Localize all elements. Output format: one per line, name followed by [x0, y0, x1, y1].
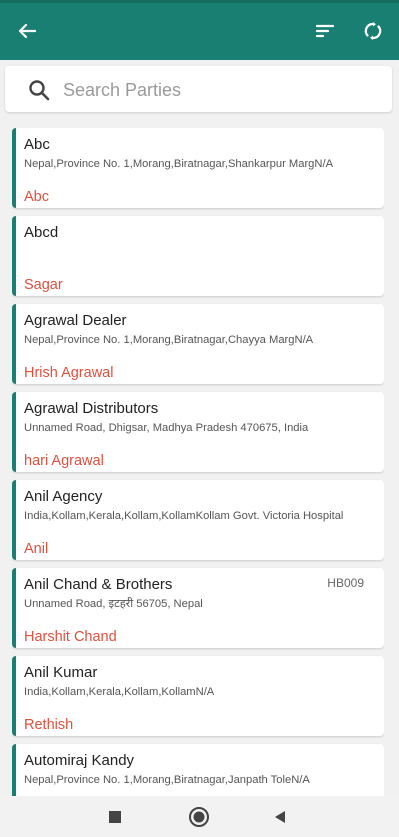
search-input[interactable] [61, 76, 375, 104]
sync-icon[interactable] [359, 17, 387, 45]
search-bar [5, 66, 392, 112]
party-card[interactable]: Anil Kumar India,Kollam,Kerala,Kollam,Ko… [12, 656, 384, 736]
party-name: Anil Chand & Brothers [24, 576, 173, 593]
party-code: HB009 [327, 576, 364, 590]
party-name: Anil Agency [24, 488, 103, 505]
party-card[interactable]: Anil Chand & Brothers HB009 Unnamed Road… [12, 568, 384, 648]
party-card[interactable]: Anil Agency India,Kollam,Kerala,Kollam,K… [12, 480, 384, 560]
party-contact: Anil [24, 541, 49, 557]
party-address: Unnamed Road, इटहरी 56705, Nepal [24, 598, 203, 610]
party-contact: Sagar [24, 277, 63, 293]
party-list[interactable]: Abc Nepal,Province No. 1,Morang,Biratnag… [12, 128, 384, 796]
party-card[interactable]: Automiraj Kandy Nepal,Province No. 1,Mor… [12, 744, 384, 796]
party-name: Automiraj Kandy [24, 752, 135, 769]
party-name: Abcd [24, 224, 59, 241]
party-contact: Abc [24, 189, 49, 205]
party-name: Abc [24, 136, 50, 153]
party-card[interactable]: Agrawal Distributors Unnamed Road, Dhigs… [12, 392, 384, 472]
triangle-back-icon[interactable] [269, 806, 291, 828]
search-icon [27, 78, 51, 102]
party-address: India,Kollam,Kerala,Kollam,KollamKollam … [24, 510, 344, 522]
party-address: India,Kollam,Kerala,Kollam,KollamN/A [24, 686, 215, 698]
party-contact: Hrish Agrawal [24, 365, 114, 381]
party-contact: Harshit Chand [24, 629, 117, 645]
party-address: Nepal,Province No. 1,Morang,Biratnagar,S… [24, 158, 334, 170]
party-address: Nepal,Province No. 1,Morang,Biratnagar,J… [24, 774, 310, 786]
party-card[interactable]: Abc Nepal,Province No. 1,Morang,Biratnag… [12, 128, 384, 208]
party-name: Anil Kumar [24, 664, 98, 681]
square-icon[interactable] [104, 806, 126, 828]
arrow-left-icon[interactable] [13, 17, 41, 45]
party-address: Unnamed Road, Dhigsar, Madhya Pradesh 47… [24, 422, 309, 434]
party-address: Nepal,Province No. 1,Morang,Biratnagar,C… [24, 334, 314, 346]
app-bar [0, 0, 399, 60]
circle-icon[interactable] [188, 806, 210, 828]
party-contact: hari Agrawal [24, 453, 104, 469]
party-name: Agrawal Dealer [24, 312, 127, 329]
party-contact: Rethish [24, 717, 74, 733]
party-card[interactable]: Abcd Sagar [12, 216, 384, 296]
party-card[interactable]: Agrawal Dealer Nepal,Province No. 1,Mora… [12, 304, 384, 384]
party-name: Agrawal Distributors [24, 400, 159, 417]
sort-icon[interactable] [311, 17, 339, 45]
system-navigation-bar [0, 796, 399, 837]
